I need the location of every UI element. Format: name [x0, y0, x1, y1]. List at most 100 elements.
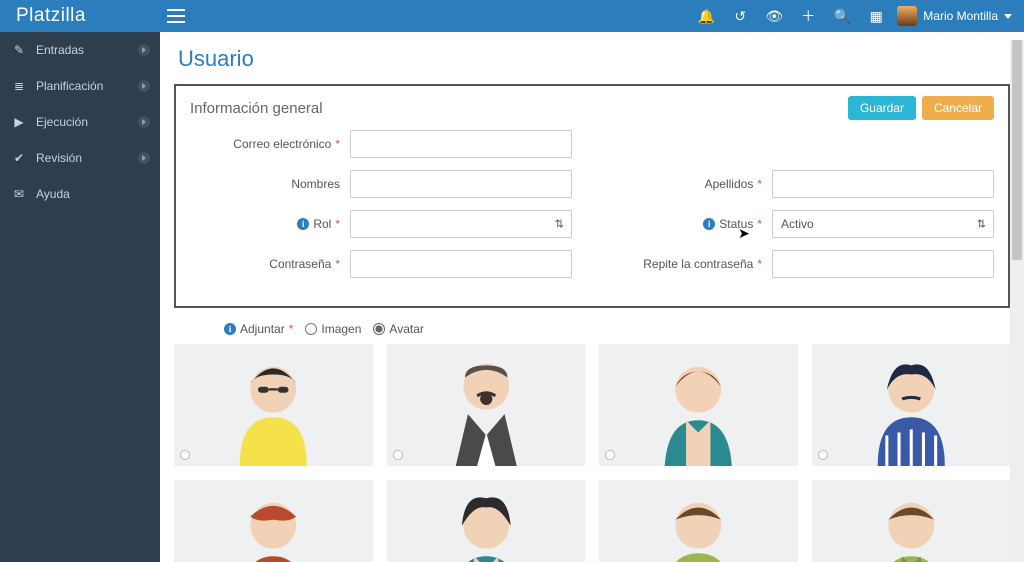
info-icon: i — [224, 323, 236, 335]
hamburger-icon — [167, 15, 185, 17]
plus-icon: ＋ — [801, 6, 815, 26]
scrollbar-thumb[interactable] — [1012, 40, 1022, 260]
sidebar-item-ayuda[interactable]: ✉ Ayuda — [0, 176, 160, 212]
avatar-illustration — [599, 480, 798, 562]
avatar-option-6[interactable] — [387, 480, 586, 562]
sidebar-item-revision[interactable]: ✔ Revisión — [0, 140, 160, 176]
avatar-illustration — [812, 480, 1011, 562]
cancel-button[interactable]: Cancelar — [922, 96, 994, 120]
surnames-label: Apellidos* — [612, 177, 762, 191]
add-button[interactable]: ＋ — [791, 0, 825, 32]
required-mark: * — [335, 137, 340, 151]
save-button[interactable]: Guardar — [848, 96, 916, 120]
brand-text: Platzilla — [16, 5, 86, 27]
password2-input[interactable] — [772, 250, 994, 278]
menu-toggle-button[interactable] — [160, 0, 192, 32]
attach-label: iAdjuntar* — [224, 322, 293, 336]
sidebar: ✎ Entradas ≣ Planificación ▶ Ejecución ✔… — [0, 32, 160, 562]
status-label: iStatus* — [612, 217, 762, 231]
sidebar-item-label: Entradas — [36, 43, 84, 57]
search-icon: 🔍 — [834, 8, 851, 25]
avatar-option-4[interactable] — [812, 344, 1011, 466]
topbar-right: 🔔 ↺ 👁 ＋ 🔍 ▦ Mario Montilla — [689, 0, 1024, 32]
chevron-down-icon — [1004, 14, 1012, 19]
avatar-option-7[interactable] — [599, 480, 798, 562]
required-mark: * — [757, 177, 762, 191]
names-label: Nombres — [190, 177, 340, 191]
field-password: Contraseña* — [190, 250, 572, 278]
chevron-right-icon — [138, 44, 150, 56]
panel-header: Información general Guardar Cancelar — [190, 96, 994, 120]
sidebar-item-ejecucion[interactable]: ▶ Ejecución — [0, 104, 160, 140]
attach-row: iAdjuntar* Imagen Avatar — [224, 322, 1010, 336]
form-row-email: Correo electrónico* — [190, 130, 994, 158]
select-indicator — [393, 450, 403, 460]
password-label: Contraseña* — [190, 257, 340, 271]
scrollbar[interactable] — [1010, 40, 1024, 562]
field-role: iRol* ⇅ — [190, 210, 572, 238]
sidebar-item-label: Ejecución — [36, 115, 88, 129]
avatar-illustration — [599, 344, 798, 466]
edit-icon: ✎ — [12, 43, 26, 57]
sidebar-item-entradas[interactable]: ✎ Entradas — [0, 32, 160, 68]
avatar-radio[interactable] — [373, 323, 385, 335]
role-label: iRol* — [190, 217, 340, 231]
check-icon: ✔ — [12, 151, 26, 165]
chevron-right-icon — [138, 152, 150, 164]
search-button[interactable]: 🔍 — [825, 0, 859, 32]
grid-icon: ▦ — [870, 8, 883, 25]
required-mark: * — [757, 217, 762, 231]
form-row-names: Nombres Apellidos* — [190, 170, 994, 198]
image-radio[interactable] — [305, 323, 317, 335]
view-button[interactable]: 👁 — [757, 0, 791, 32]
names-input[interactable] — [350, 170, 572, 198]
chevron-right-icon — [138, 80, 150, 92]
history-icon: ↺ — [734, 8, 746, 25]
eye-icon: 👁 — [765, 8, 783, 25]
general-info-panel: Información general Guardar Cancelar Cor… — [174, 84, 1010, 308]
avatar-illustration — [387, 344, 586, 466]
status-select[interactable]: Activo — [772, 210, 994, 238]
play-icon: ▶ — [12, 115, 26, 129]
avatar-option-2[interactable] — [387, 344, 586, 466]
avatar-option-3[interactable] — [599, 344, 798, 466]
user-menu[interactable]: Mario Montilla — [893, 6, 1024, 26]
required-mark: * — [757, 257, 762, 271]
attach-option-avatar[interactable]: Avatar — [373, 322, 423, 336]
info-icon: i — [703, 218, 715, 230]
select-indicator — [818, 450, 828, 460]
field-surnames: Apellidos* — [612, 170, 994, 198]
email-input[interactable] — [350, 130, 572, 158]
history-button[interactable]: ↺ — [723, 0, 757, 32]
brand-box: Platzilla — [0, 0, 160, 32]
user-avatar-icon — [897, 6, 917, 26]
form-row-role-status: iRol* ⇅ iStatus* Activo ⇅ — [190, 210, 994, 238]
avatar-option-5[interactable] — [174, 480, 373, 562]
notifications-button[interactable]: 🔔 — [689, 0, 723, 32]
select-indicator — [605, 450, 615, 460]
field-email: Correo electrónico* — [190, 130, 572, 158]
surnames-input[interactable] — [772, 170, 994, 198]
grid-button[interactable]: ▦ — [859, 0, 893, 32]
panel-actions: Guardar Cancelar — [848, 96, 994, 120]
avatar-grid — [174, 344, 1010, 562]
attach-option-image[interactable]: Imagen — [305, 322, 361, 336]
avatar-illustration — [174, 480, 373, 562]
password-input[interactable] — [350, 250, 572, 278]
user-name: Mario Montilla — [923, 9, 998, 23]
role-select[interactable] — [350, 210, 572, 238]
page-title: Usuario — [160, 32, 1024, 84]
sidebar-item-label: Ayuda — [36, 187, 70, 201]
sidebar-item-label: Planificación — [36, 79, 103, 93]
main-content: Usuario Información general Guardar Canc… — [160, 32, 1024, 562]
avatar-option-8[interactable] — [812, 480, 1011, 562]
select-indicator — [180, 450, 190, 460]
chevron-right-icon — [138, 116, 150, 128]
field-status: iStatus* Activo ⇅ — [612, 210, 994, 238]
avatar-illustration — [174, 344, 373, 466]
required-mark: * — [335, 257, 340, 271]
avatar-illustration — [387, 480, 586, 562]
sidebar-item-planificacion[interactable]: ≣ Planificación — [0, 68, 160, 104]
avatar-option-1[interactable] — [174, 344, 373, 466]
panel-title: Información general — [190, 100, 323, 117]
